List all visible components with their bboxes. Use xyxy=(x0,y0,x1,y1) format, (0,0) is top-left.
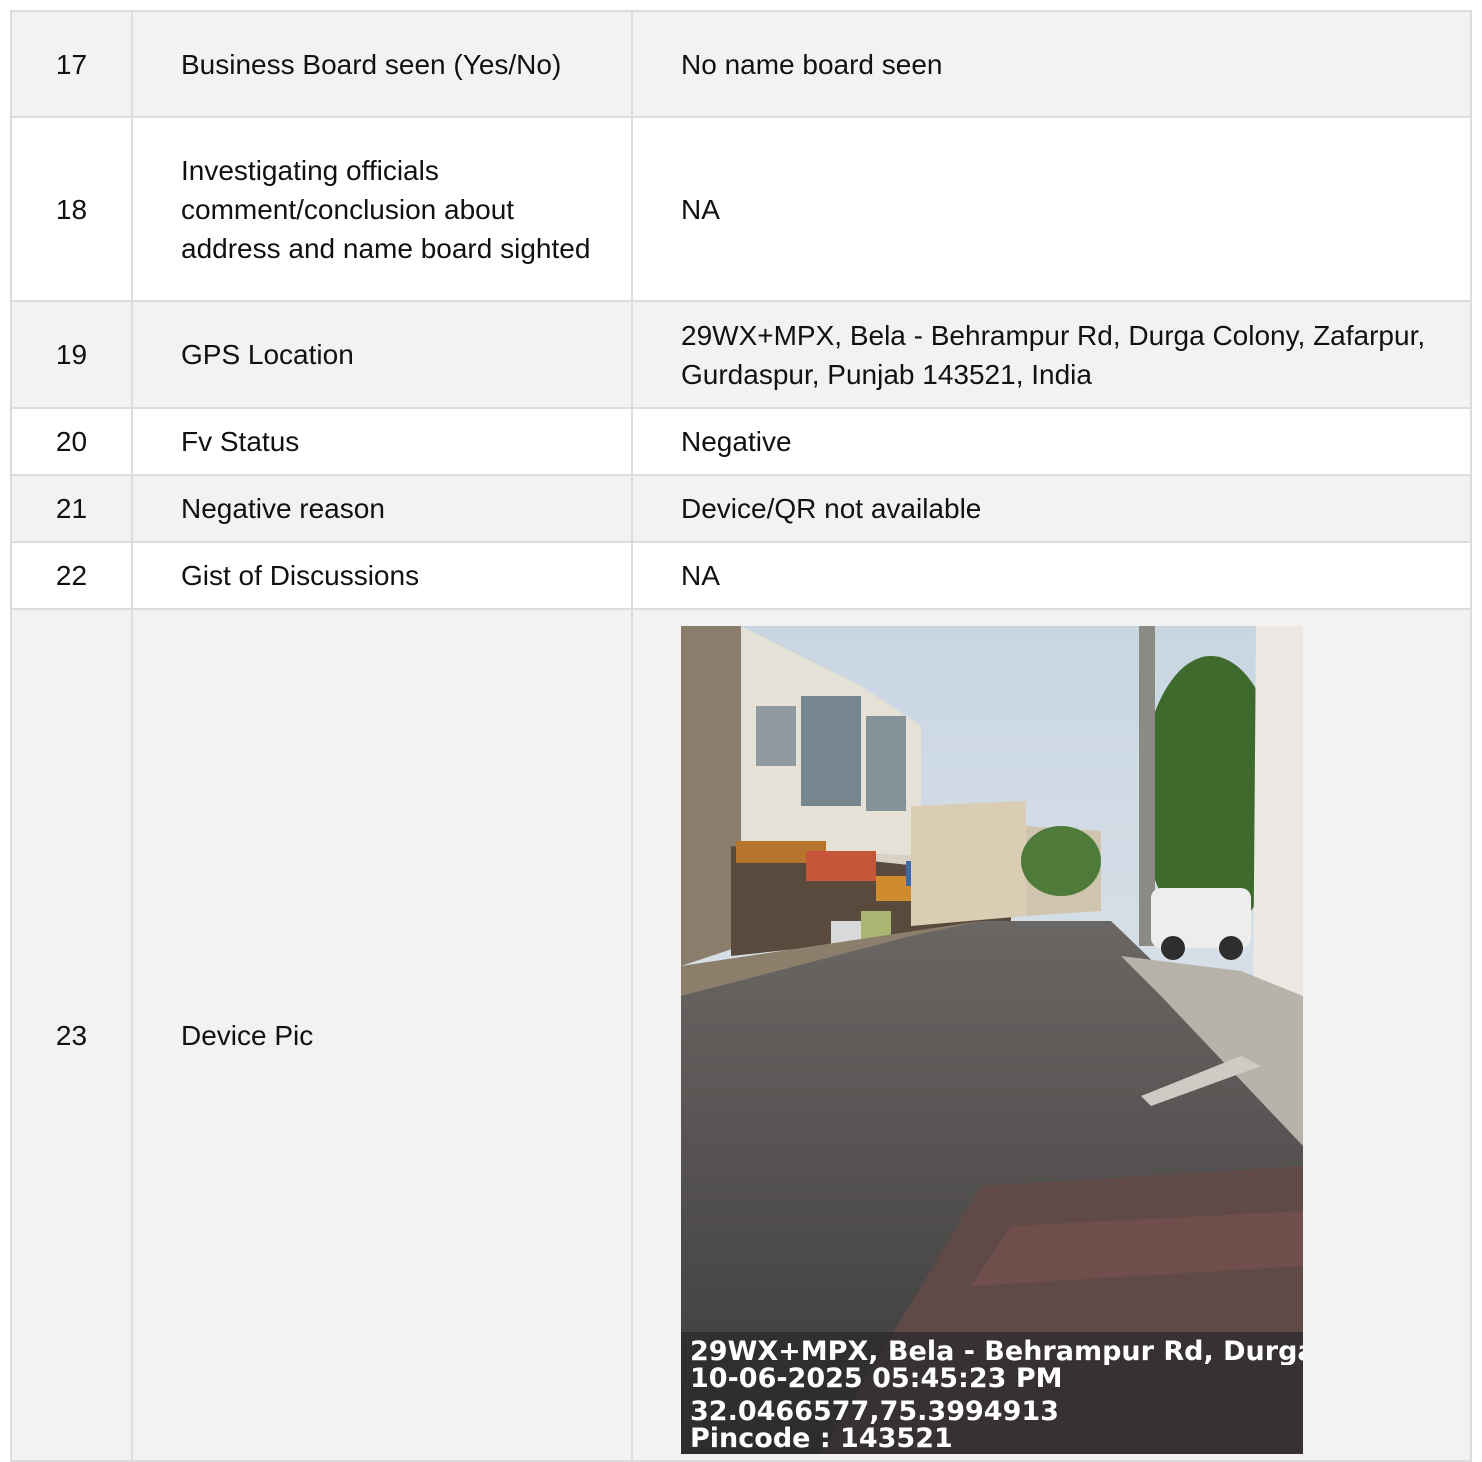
row-number: 18 xyxy=(10,116,133,302)
row-label: Negative reason xyxy=(131,474,633,543)
row-label: GPS Location xyxy=(131,300,633,409)
device-pic-cell: 29WX+MPX, Bela - Behrampur Rd, Durga ...… xyxy=(631,608,1472,1462)
verification-table: 17 Business Board seen (Yes/No) No name … xyxy=(10,10,1472,1462)
row-value: Device/QR not available xyxy=(631,474,1472,543)
row-label: Business Board seen (Yes/No) xyxy=(131,10,633,118)
table-row: 21 Negative reason Device/QR not availab… xyxy=(10,474,1472,543)
row-number: 21 xyxy=(10,474,133,543)
row-label: Device Pic xyxy=(131,608,633,1462)
table-row: 22 Gist of Discussions NA xyxy=(10,541,1472,610)
row-label: Gist of Discussions xyxy=(131,541,633,610)
row-value: Negative xyxy=(631,407,1472,476)
table-row: 17 Business Board seen (Yes/No) No name … xyxy=(10,10,1472,118)
caption-datetime: 10-06-2025 05:45:23 PM xyxy=(690,1365,1063,1392)
table-row: 19 GPS Location 29WX+MPX, Bela - Behramp… xyxy=(10,300,1472,409)
device-photo: 29WX+MPX, Bela - Behrampur Rd, Durga ...… xyxy=(681,626,1303,1454)
row-number: 19 xyxy=(10,300,133,409)
row-value: 29WX+MPX, Bela - Behrampur Rd, Durga Col… xyxy=(631,300,1472,409)
caption-address: 29WX+MPX, Bela - Behrampur Rd, Durga ... xyxy=(690,1338,1303,1365)
row-value: No name board seen xyxy=(631,10,1472,118)
table-row: 20 Fv Status Negative xyxy=(10,407,1472,476)
row-value: NA xyxy=(631,541,1472,610)
row-number: 22 xyxy=(10,541,133,610)
street-photo-image xyxy=(681,626,1303,1454)
row-label: Investigating officials comment/conclusi… xyxy=(131,116,633,302)
caption-coordinates: 32.0466577,75.3994913 xyxy=(690,1398,1059,1425)
caption-pincode: Pincode : 143521 xyxy=(690,1425,953,1452)
table-row: 18 Investigating officials comment/concl… xyxy=(10,116,1472,302)
table-row: 23 Device Pic 29WX+MPX, Bela - Behrampur… xyxy=(10,608,1472,1462)
row-number: 20 xyxy=(10,407,133,476)
row-number: 17 xyxy=(10,10,133,118)
row-label: Fv Status xyxy=(131,407,633,476)
row-number: 23 xyxy=(10,608,133,1462)
row-value: NA xyxy=(631,116,1472,302)
photo-geotag-caption: 29WX+MPX, Bela - Behrampur Rd, Durga ...… xyxy=(681,1332,1303,1454)
